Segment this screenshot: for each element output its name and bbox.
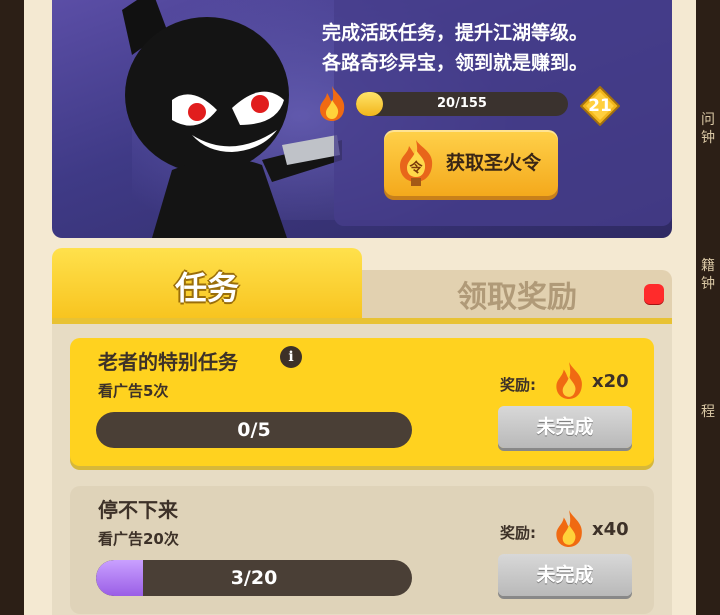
reward-label: 奖励:: [500, 376, 536, 394]
token-glyph: 令: [409, 160, 423, 176]
notification-dot: [644, 284, 664, 304]
banner-description-line: 完成活跃任务，提升江湖等级。: [322, 22, 589, 44]
level-number: 21: [588, 96, 612, 116]
task-card: 老者的特别任务 i 看广告5次 0/5 奖励: x20 未完成: [70, 338, 654, 466]
task-progress-text: 0/5: [237, 419, 271, 441]
left-edge: [0, 0, 24, 615]
side-label[interactable]: 钟: [698, 130, 718, 146]
task-title: 停不下来: [98, 498, 178, 522]
tab-bar: 任务 领取奖励: [52, 248, 672, 324]
get-holy-fire-token-label: 获取圣火令: [446, 152, 542, 174]
side-label[interactable]: 钟: [698, 276, 718, 292]
tab-claim-rewards[interactable]: 领取奖励: [362, 270, 672, 324]
side-label[interactable]: 问: [698, 112, 718, 128]
level-badge: 21: [579, 85, 621, 127]
banner-description-line: 各路奇珍异宝，领到就是赚到。: [322, 52, 589, 74]
fire-icon: [556, 510, 582, 547]
tab-tasks[interactable]: 任务: [52, 248, 362, 324]
side-label[interactable]: 籍: [698, 258, 718, 274]
reward-count: x40: [592, 519, 629, 540]
side-label[interactable]: 程: [698, 404, 718, 420]
right-edge: 问 钟 籍 钟 程: [696, 0, 720, 615]
task-subtitle: 看广告5次: [98, 382, 169, 400]
task-progress-bar: 0/5: [96, 412, 412, 448]
task-title: 老者的特别任务: [98, 350, 238, 374]
task-progress-text: 3/20: [230, 567, 278, 589]
task-status-button[interactable]: 未完成: [498, 554, 632, 596]
task-status-button[interactable]: 未完成: [498, 406, 632, 448]
task-subtitle: 看广告20次: [98, 530, 179, 548]
tab-tasks-label: 任务: [174, 269, 239, 307]
holy-fire-token-icon: 令: [400, 140, 433, 186]
tab-claim-rewards-label: 领取奖励: [457, 280, 577, 315]
banner-description: 完成活跃任务，提升江湖等级。 各路奇珍异宝，领到就是赚到。: [322, 18, 642, 78]
activity-progress-bar: 20/155: [356, 92, 568, 116]
reward-label: 奖励:: [500, 524, 536, 542]
get-holy-fire-token-button[interactable]: 令 获取圣火令: [384, 130, 558, 196]
activity-progress-text: 20/155: [437, 96, 487, 111]
task-card: 停不下来 看广告20次 3/20 奖励: x40 未完成: [70, 486, 654, 614]
task-progress-bar: 3/20: [96, 560, 412, 596]
fire-icon: [320, 86, 345, 121]
info-icon[interactable]: i: [280, 346, 302, 368]
fire-icon: [556, 362, 582, 399]
ninja-character: [122, 0, 342, 238]
reward-count: x20: [592, 371, 629, 392]
